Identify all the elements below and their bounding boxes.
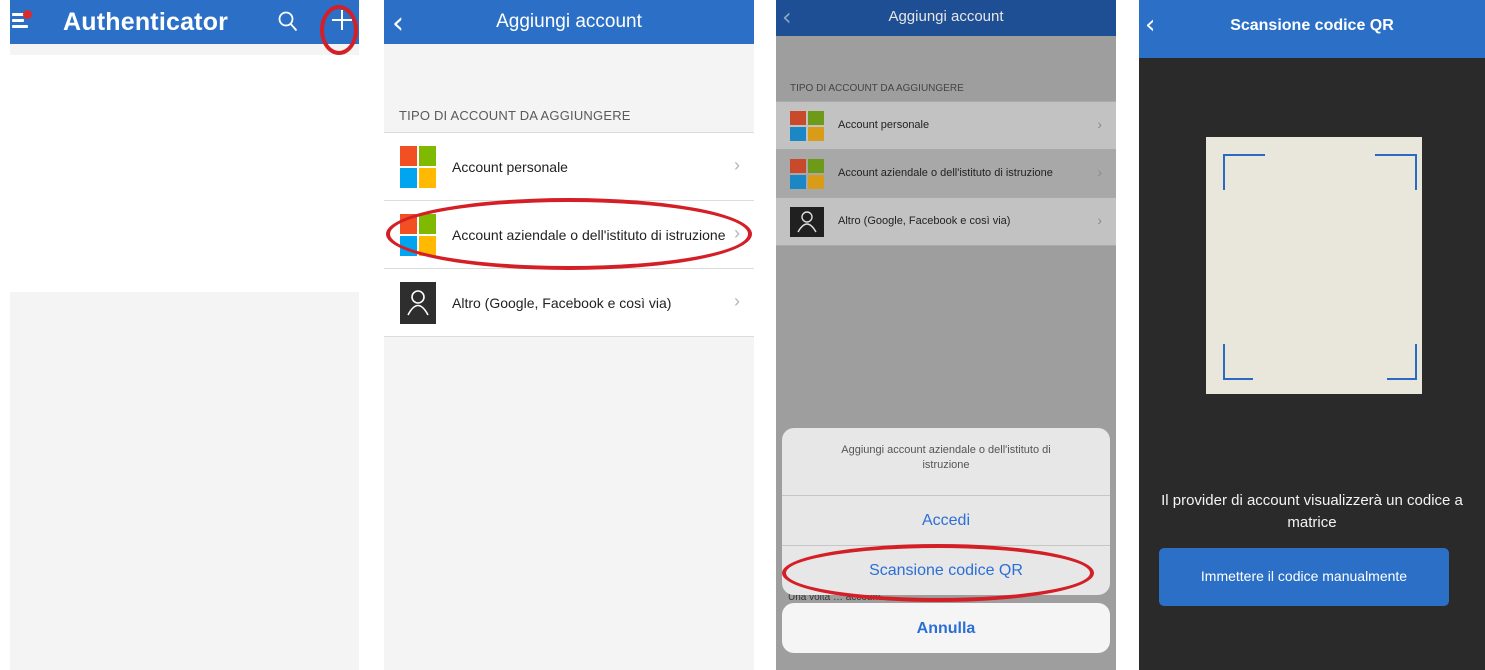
section-header: TIPO DI ACCOUNT DA AGGIUNGERE xyxy=(790,83,964,94)
nav-bar: ‹ Aggiungi account xyxy=(776,0,1116,36)
chevron-right-icon: › xyxy=(734,291,740,311)
qr-scan-frame xyxy=(1223,154,1417,380)
microsoft-logo-icon xyxy=(790,111,824,141)
app-title: Authenticator xyxy=(63,8,229,36)
list-item-label: Account aziendale o dell'istituto di ist… xyxy=(838,167,1053,179)
highlight-circle xyxy=(320,5,358,55)
list-item-label: Account personale xyxy=(452,159,568,175)
list-item-label: Account personale xyxy=(838,119,930,131)
frame-corner xyxy=(1375,154,1417,156)
list-item-personal-account[interactable]: Account personale › xyxy=(384,133,754,201)
frame-corner xyxy=(1223,378,1253,380)
search-icon[interactable] xyxy=(278,11,298,38)
frame-corner xyxy=(1223,154,1265,156)
authenticator-home-screen: Authenticator xyxy=(10,0,359,670)
section-header: TIPO DI ACCOUNT DA AGGIUNGERE xyxy=(399,108,631,123)
page-title: Scansione codice QR xyxy=(1230,17,1394,34)
page-title: Aggiungi account xyxy=(888,8,1004,25)
chevron-right-icon: › xyxy=(1097,116,1102,132)
list-item-label: Altro (Google, Facebook e così via) xyxy=(838,215,1011,227)
list-item-other-account[interactable]: Altro (Google, Facebook e così via) › xyxy=(384,269,754,337)
scan-instruction-text: Il provider di account visualizzerà un c… xyxy=(1161,492,1463,531)
list-item-label: Altro (Google, Facebook e così via) xyxy=(452,295,672,311)
frame-corner xyxy=(1387,378,1417,380)
chevron-right-icon: › xyxy=(1097,212,1102,228)
highlight-ellipse xyxy=(386,198,752,270)
scan-qr-code-screen: ‹ Scansione codice QR Il provider di acc… xyxy=(1139,0,1485,670)
account-type-list: Account personale › Account aziendale o … xyxy=(776,101,1116,246)
notification-dot xyxy=(23,10,32,19)
chevron-right-icon: › xyxy=(734,155,740,175)
frame-corner xyxy=(1223,154,1225,190)
add-account-screen: ‹ Aggiungi account TIPO DI ACCOUNT DA AG… xyxy=(384,0,754,670)
list-item-work-school-account[interactable]: Account aziendale o dell'istituto di ist… xyxy=(776,150,1116,198)
frame-corner xyxy=(1415,344,1417,380)
microsoft-logo-icon xyxy=(790,159,824,189)
cancel-button[interactable]: Annulla xyxy=(782,603,1110,653)
microsoft-logo-icon xyxy=(400,146,436,188)
person-icon xyxy=(790,207,824,237)
nav-bar: ‹ Aggiungi account xyxy=(384,0,754,44)
add-account-action-sheet-screen: ‹ Aggiungi account TIPO DI ACCOUNT DA AG… xyxy=(776,0,1116,670)
highlight-ellipse xyxy=(782,544,1094,602)
list-item-other-account[interactable]: Altro (Google, Facebook e così via) › xyxy=(776,198,1116,246)
list-item-personal-account[interactable]: Account personale › xyxy=(776,102,1116,150)
app-header: Authenticator xyxy=(10,0,359,44)
nav-bar: ‹ Scansione codice QR xyxy=(1139,0,1485,58)
person-icon xyxy=(400,282,436,324)
chevron-right-icon: › xyxy=(1097,164,1102,180)
enter-code-manually-button[interactable]: Immettere il codice manualmente xyxy=(1159,548,1449,606)
hamburger-menu-icon[interactable] xyxy=(12,10,32,29)
action-sheet-message: Aggiungi account aziendale o dell'istitu… xyxy=(782,428,1110,496)
empty-account-list xyxy=(10,55,359,292)
frame-corner xyxy=(1415,154,1417,190)
frame-corner xyxy=(1223,344,1225,380)
page-title: Aggiungi account xyxy=(496,11,642,32)
sign-in-option[interactable]: Accedi xyxy=(782,496,1110,546)
